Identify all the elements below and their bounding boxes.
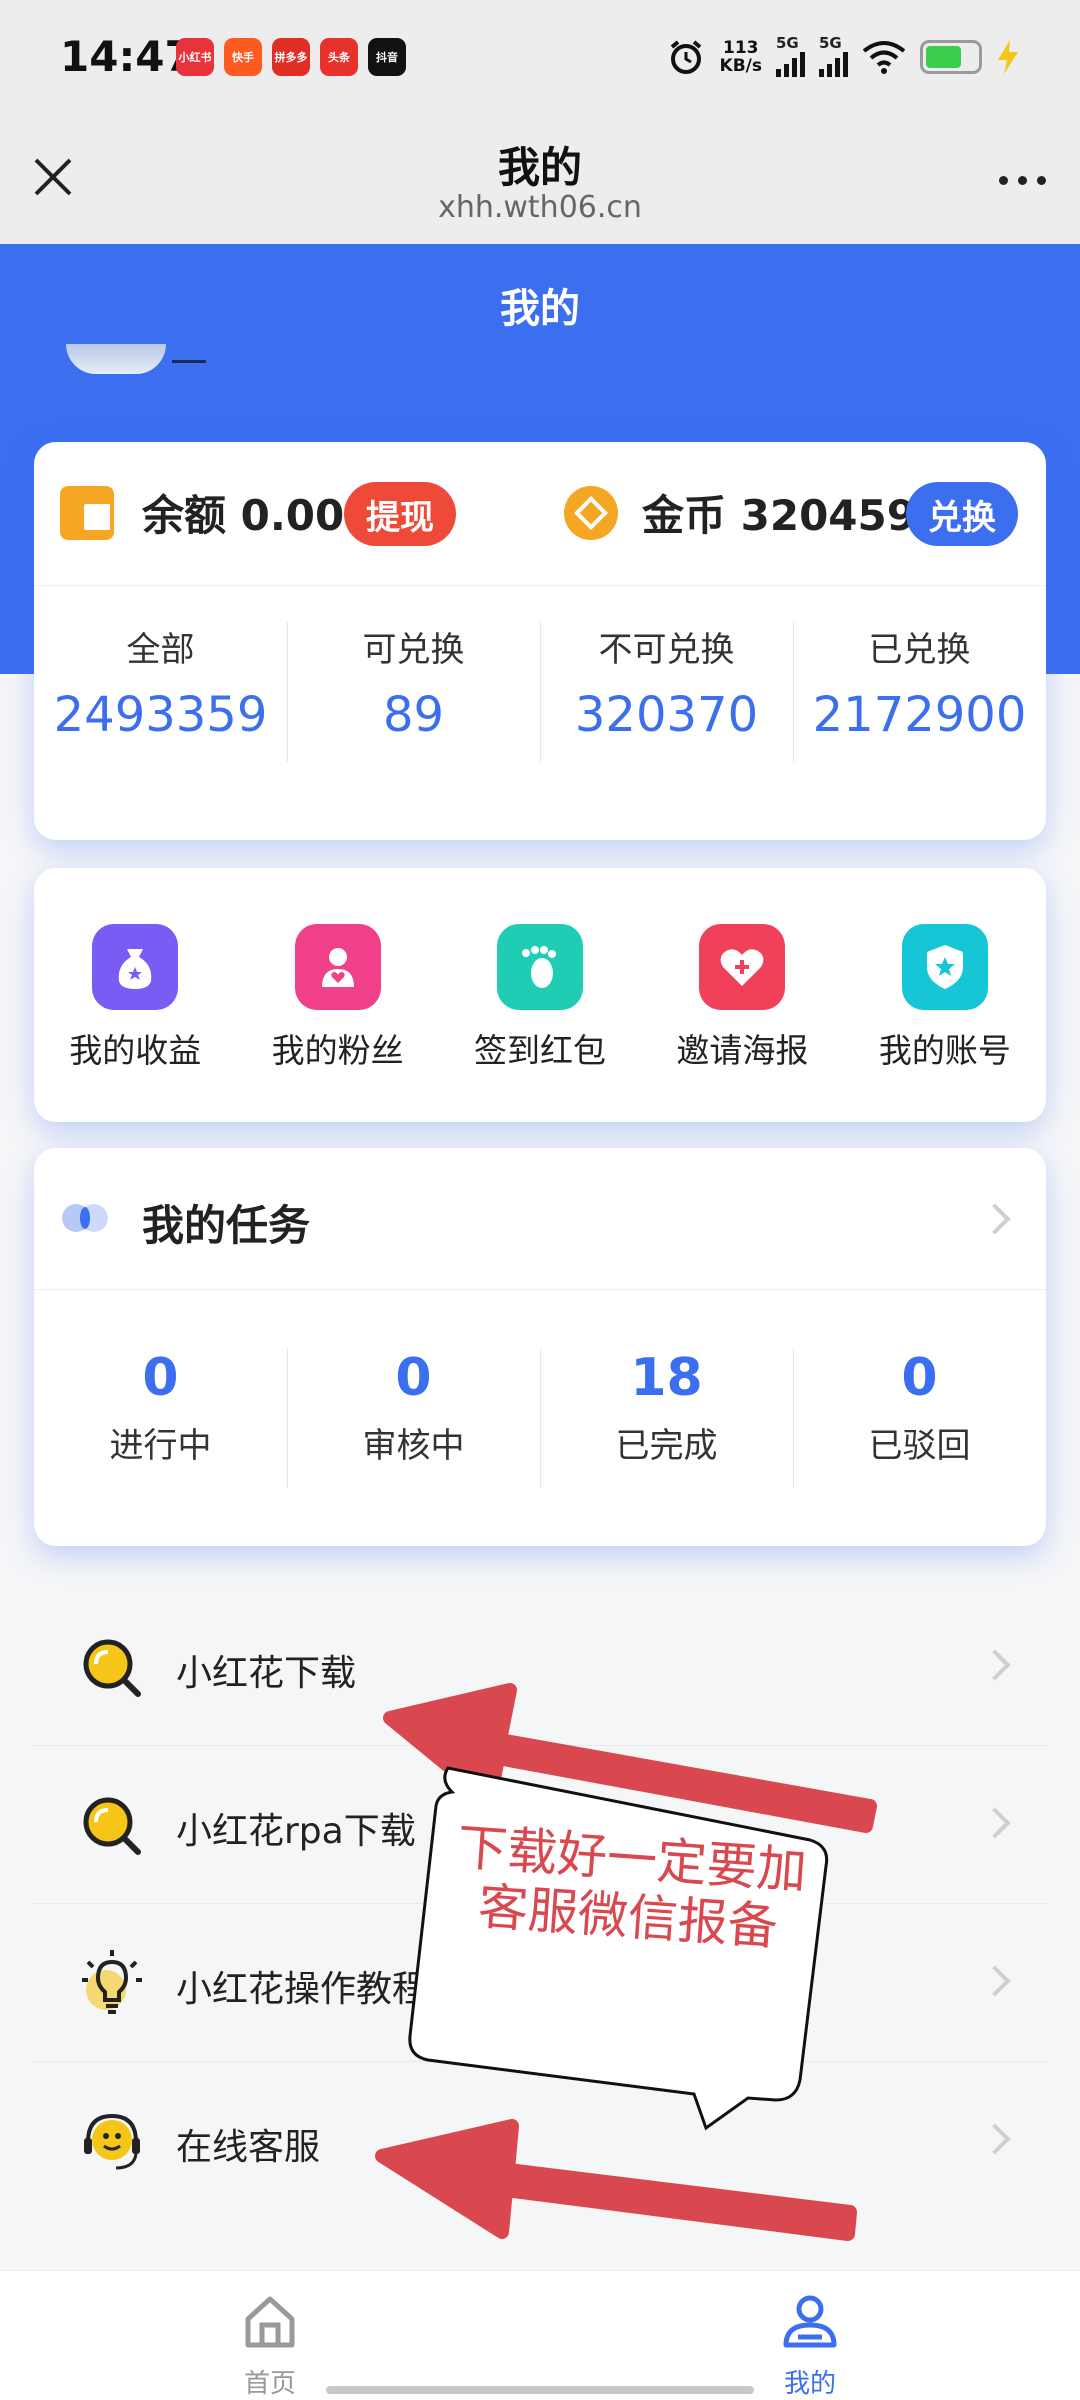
battery-icon [920, 39, 982, 74]
chevron-right-icon [979, 1649, 1011, 1681]
heart-plus-icon [699, 924, 786, 1010]
shortcut-fans[interactable]: 我的粉丝 [236, 924, 438, 1122]
task-under-review[interactable]: 0 审核中 [287, 1348, 540, 1488]
menu-item-download[interactable]: 小红花下载 [34, 1588, 1046, 1746]
shortcut-earnings[interactable]: 我的收益 [34, 924, 236, 1122]
alarm-icon [670, 39, 701, 74]
nav-home[interactable]: 首页 [170, 2291, 370, 2400]
fans-icon [294, 924, 381, 1010]
status-bar: 14:47 小红书 快手 拼多多 头条 抖音 113 KB/s 5G 5G [0, 0, 1080, 118]
balance-row: 余额 0.00 提现 金币 320459 兑换 [34, 442, 1046, 586]
shortcut-account[interactable]: 我的账号 [844, 924, 1046, 1122]
page-url: xhh.wth06.cn [438, 190, 642, 225]
charging-icon [998, 39, 1018, 74]
stat-exchanged[interactable]: 已兑换 2172900 [793, 622, 1046, 772]
search-icon [83, 1797, 141, 1855]
signal-bars-icon [776, 51, 805, 77]
app-notification-icon: 拼多多 [272, 38, 310, 76]
task-rejected[interactable]: 0 已驳回 [793, 1348, 1046, 1488]
home-indicator[interactable] [326, 2386, 754, 2394]
chevron-right-icon [979, 1203, 1011, 1235]
network-speed: 113 KB/s [719, 37, 762, 76]
coin-amount: 金币 320459 [642, 491, 916, 540]
money-bag-icon [92, 924, 179, 1010]
balance-amount: 余额 0.00 [142, 491, 345, 540]
nav-mine[interactable]: 我的 [710, 2291, 910, 2400]
exchange-button[interactable]: 兑换 [906, 482, 1018, 546]
stat-exchangeable[interactable]: 可兑换 89 [287, 622, 540, 772]
page-title: 我的 [497, 143, 582, 192]
task-in-progress[interactable]: 0 进行中 [34, 1348, 287, 1488]
tasks-header[interactable]: 我的任务 [34, 1148, 1046, 1290]
tasks-card: 我的任务 0 进行中 0 审核中 18 已完成 0 已驳回 [34, 1148, 1046, 1546]
signal-1: 5G [776, 36, 805, 77]
home-icon [245, 2296, 295, 2348]
headset-icon [84, 2113, 140, 2170]
coin-stats: 全部 2493359 可兑换 89 不可兑换 320370 已兑换 217290… [34, 622, 1046, 772]
tasks-title: 我的任务 [142, 1201, 311, 1250]
stat-total[interactable]: 全部 2493359 [34, 622, 287, 772]
signal-bars-icon [819, 51, 848, 77]
shortcut-checkin[interactable]: 签到红包 [439, 924, 641, 1122]
user-icon [783, 2295, 837, 2348]
coin-icon [564, 486, 618, 540]
chevron-right-icon [979, 1807, 1011, 1839]
username-placeholder [172, 360, 206, 363]
hero-title: 我的 [500, 286, 580, 332]
menu-item-customer-service[interactable]: 在线客服 [34, 2062, 1046, 2220]
task-stats: 0 进行中 0 审核中 18 已完成 0 已驳回 [34, 1348, 1046, 1488]
lightbulb-icon [82, 1950, 142, 2014]
tasks-icon [62, 1204, 108, 1232]
shortcut-grid: 我的收益 我的粉丝 签到红包 邀请海报 我的账号 [34, 868, 1046, 1122]
app-notification-icon: 头条 [320, 38, 358, 76]
chevron-right-icon [979, 1965, 1011, 1997]
task-completed[interactable]: 18 已完成 [540, 1348, 793, 1488]
more-options-icon[interactable] [999, 176, 1046, 185]
footprint-icon [497, 924, 584, 1010]
bottom-nav: 首页 我的 [0, 2270, 1080, 2400]
wifi-icon [862, 40, 906, 74]
balance-card: 余额 0.00 提现 金币 320459 兑换 全部 2493359 可兑换 8… [34, 442, 1046, 840]
wallet-icon [60, 486, 114, 540]
withdraw-button[interactable]: 提现 [344, 482, 456, 546]
status-indicators: 113 KB/s 5G 5G [666, 36, 1020, 77]
chevron-right-icon [979, 2123, 1011, 2155]
shield-star-icon [901, 924, 988, 1010]
app-notification-icon: 快手 [224, 38, 262, 76]
notification-app-icons: 小红书 快手 拼多多 头条 抖音 [176, 38, 406, 76]
search-icon [83, 1639, 141, 1697]
status-time: 14:47 [60, 32, 194, 81]
stat-not-exchangeable[interactable]: 不可兑换 320370 [540, 622, 793, 772]
app-notification-icon: 小红书 [176, 38, 214, 76]
browser-header: 我的 xhh.wth06.cn [0, 118, 1080, 244]
app-notification-icon: 抖音 [368, 38, 406, 76]
shortcut-invite-poster[interactable]: 邀请海报 [641, 924, 843, 1122]
signal-2: 5G [819, 36, 848, 77]
avatar[interactable] [66, 344, 166, 374]
